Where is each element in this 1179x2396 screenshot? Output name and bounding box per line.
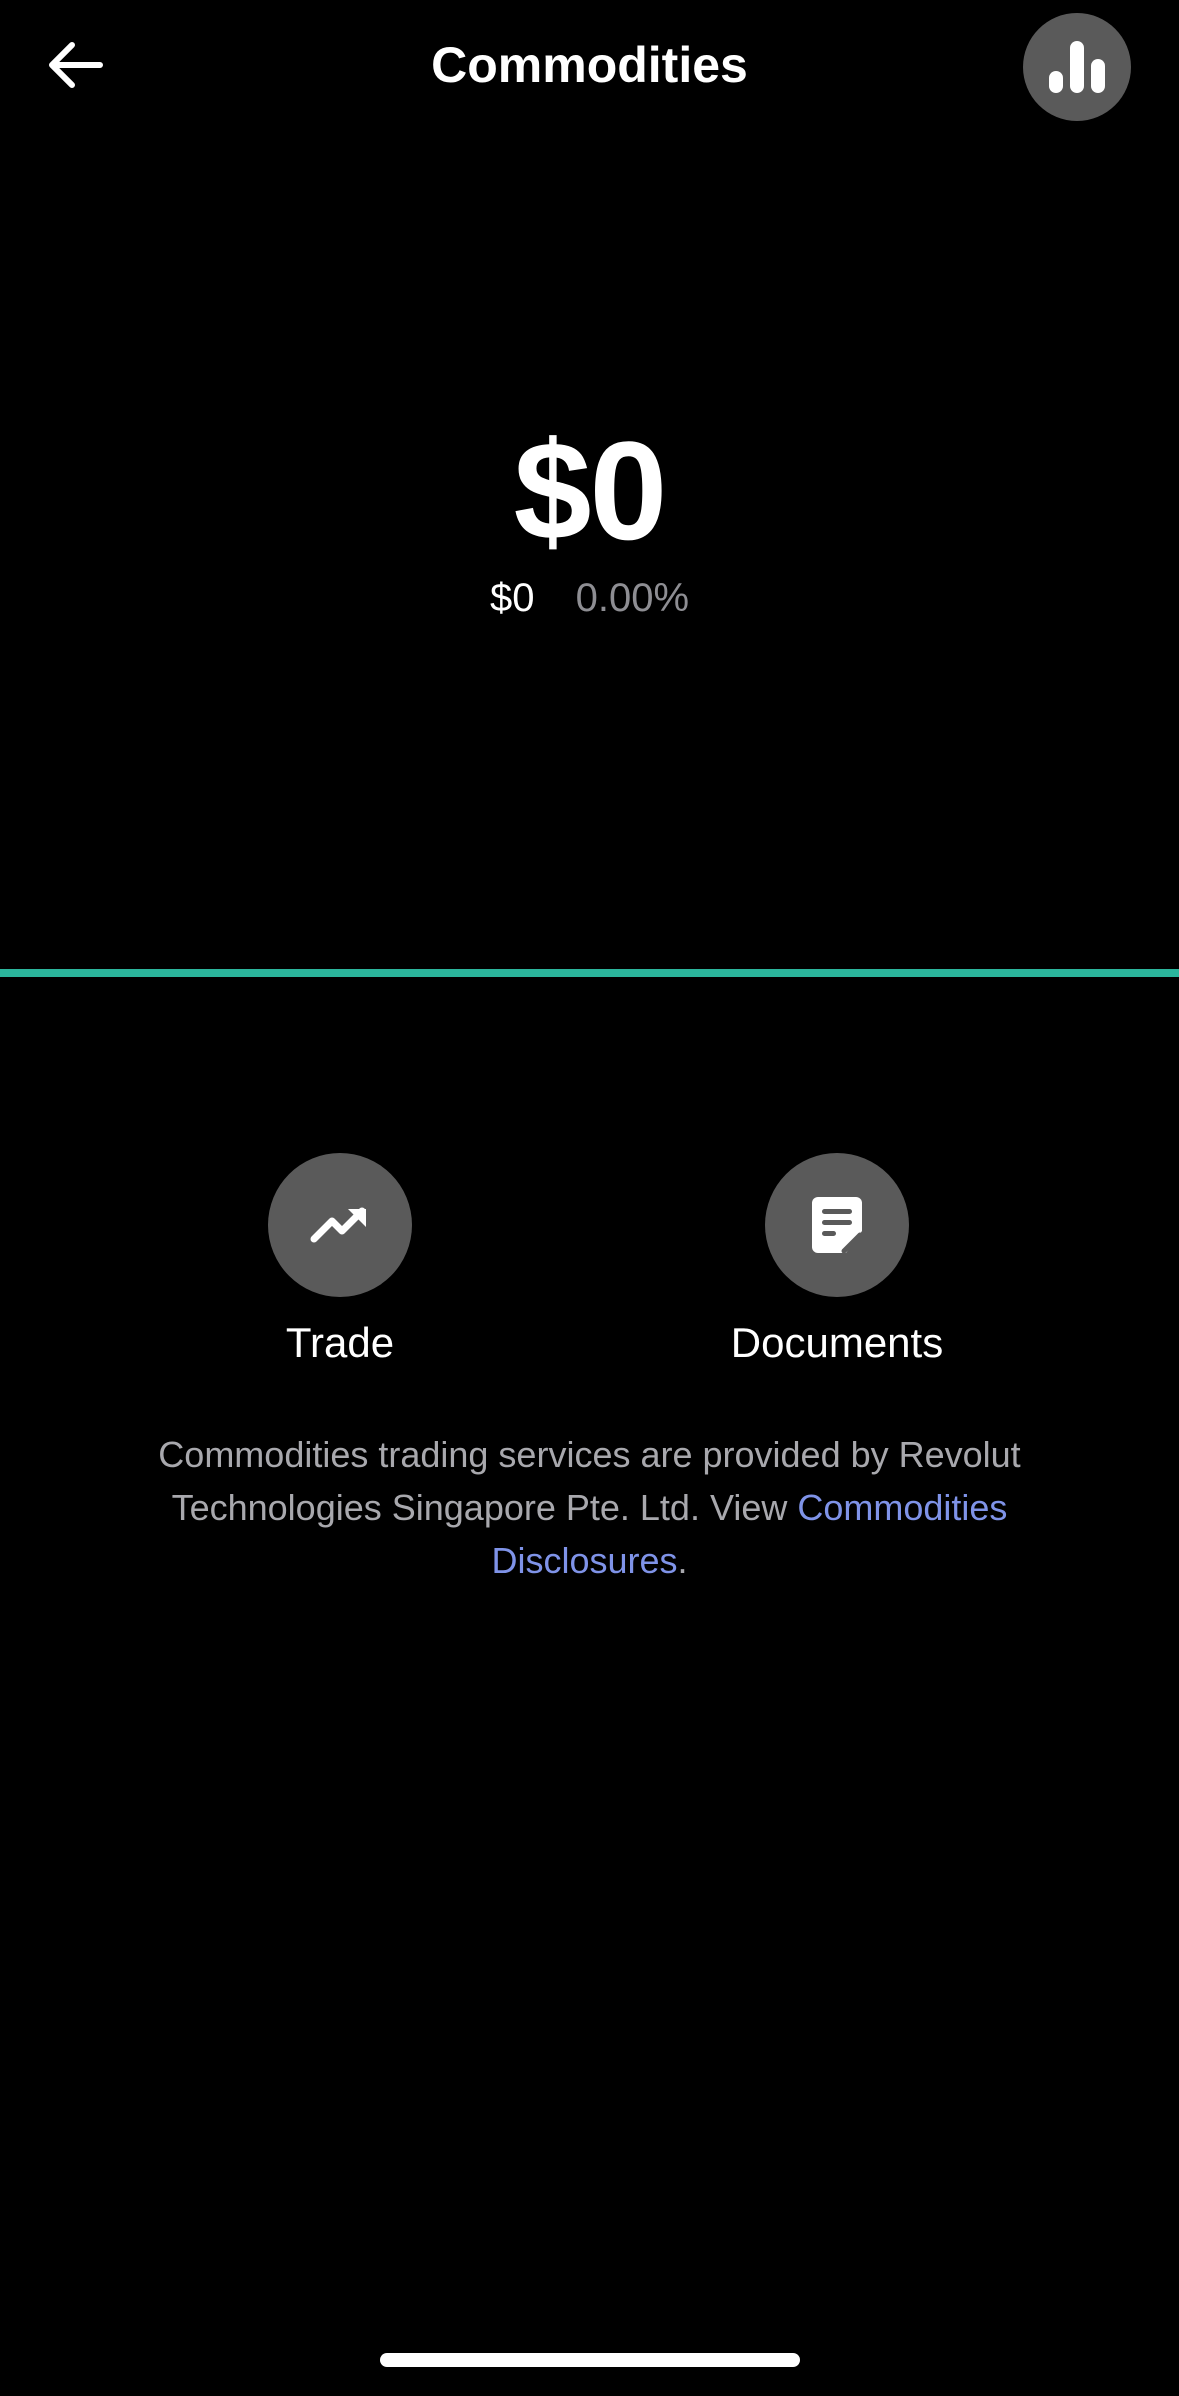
documents-circle [765, 1153, 909, 1297]
change-percent: 0.00% [575, 576, 690, 620]
balance-change: $0 0.00% [0, 576, 1179, 621]
commodities-screen: Commodities $0 $0 0.00% Trade Documents … [0, 0, 1179, 2396]
documents-label: Documents [730, 1319, 944, 1366]
trade-label: Trade [285, 1319, 395, 1366]
disclaimer-text: Commodities trading services are provide… [110, 1428, 1069, 1587]
change-amount: $0 [489, 576, 535, 620]
disclaimer-period: . [677, 1540, 688, 1581]
trend-up-icon [310, 1207, 366, 1243]
bar-chart-icon [1049, 41, 1105, 93]
trade-button[interactable]: Trade [190, 1153, 490, 1367]
documents-button[interactable]: Documents [687, 1153, 987, 1367]
home-indicator[interactable] [380, 2353, 800, 2367]
price-chart[interactable] [0, 960, 1179, 980]
balance-amount: $0 [513, 412, 668, 569]
trade-circle [268, 1153, 412, 1297]
analytics-button[interactable] [1023, 13, 1131, 121]
document-icon [812, 1197, 863, 1254]
page-title: Commodities [431, 37, 748, 93]
